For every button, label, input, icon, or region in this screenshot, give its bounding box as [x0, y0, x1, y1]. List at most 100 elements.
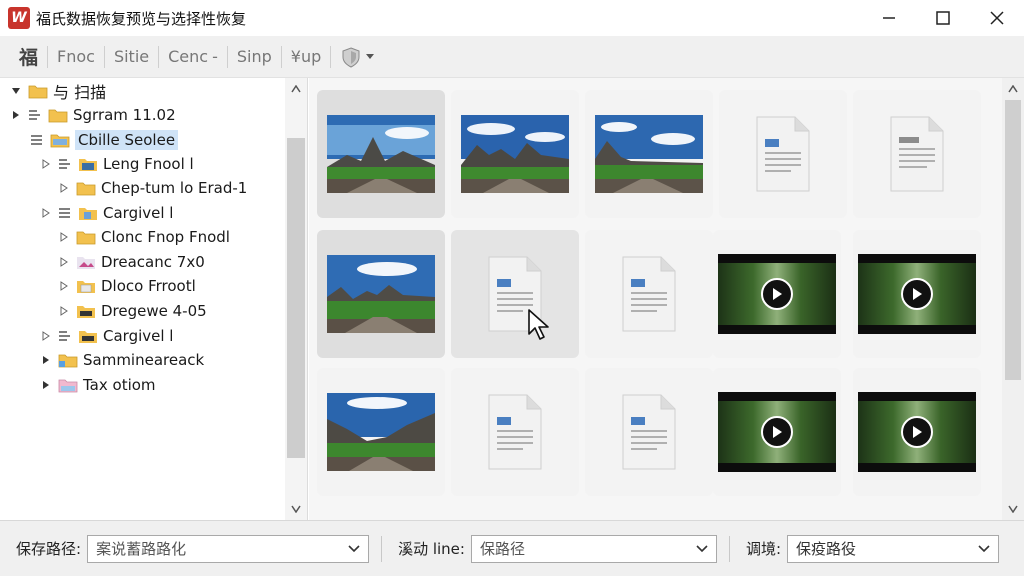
tree-item[interactable]: Dreacanc 7x0: [56, 250, 205, 274]
minimize-button[interactable]: [862, 0, 916, 36]
file-tile-video[interactable]: [853, 230, 981, 358]
scroll-up-icon[interactable]: [285, 78, 307, 100]
text-document-icon: [890, 116, 944, 192]
file-tile-document[interactable]: [451, 368, 579, 496]
tree-item-label: Cargivel l: [103, 327, 174, 345]
tree-scroll-thumb[interactable]: [287, 138, 305, 458]
save-path-dropdown[interactable]: 案说蓄路路化: [87, 534, 370, 563]
document-icon: [622, 256, 676, 332]
landscape-photo-thumbnail: [461, 115, 569, 193]
play-icon[interactable]: [761, 278, 793, 310]
file-tile-document[interactable]: [585, 368, 713, 496]
folder-tree: 与 扫描 Sgrram 11.02 Cbille Seolee Leng Fno…: [0, 78, 308, 520]
third-dropdown[interactable]: 保疫路役: [787, 534, 1000, 563]
expand-right-outline-icon: [42, 208, 50, 218]
play-icon[interactable]: [901, 278, 933, 310]
line-label: 溪动 line:: [398, 540, 465, 558]
list-icon: [31, 135, 42, 145]
media-folder-icon: [79, 331, 97, 343]
maximize-button[interactable]: [916, 0, 970, 36]
toolbar-home-button[interactable]: 福: [10, 43, 47, 71]
tree-root[interactable]: 与 扫描: [8, 79, 106, 103]
file-tile-document[interactable]: [585, 230, 713, 358]
tree-item[interactable]: Dregewe 4-05: [56, 299, 207, 323]
expand-right-icon: [13, 111, 19, 119]
tree-item[interactable]: Sgrram 11.02: [8, 103, 176, 127]
preview-scrollbar[interactable]: [1002, 78, 1024, 520]
landscape-photo-thumbnail: [595, 115, 703, 193]
toolbar-item-3-suffix: -: [212, 47, 218, 66]
preview-grid: [309, 78, 1024, 520]
preview-scroll-thumb[interactable]: [1005, 100, 1021, 380]
toolbar-item-2[interactable]: Sitie: [105, 43, 158, 71]
tree-item[interactable]: Clonc Fnop Fnodl: [56, 225, 230, 249]
file-tile-video[interactable]: [713, 230, 841, 358]
toolbar-item-5[interactable]: Sinp: [228, 43, 281, 71]
save-path-value: 案说蓄路路化: [96, 540, 187, 558]
landscape-photo-thumbnail: [327, 115, 435, 193]
tree-item-label: Leng Fnool l: [103, 155, 194, 173]
expand-right-outline-icon: [60, 281, 68, 291]
tree-item-label: Sgrram 11.02: [73, 106, 176, 124]
toolbar-item-6[interactable]: ¥up: [282, 43, 330, 71]
folder-icon: [48, 109, 68, 123]
line-dropdown[interactable]: 保路径: [470, 534, 717, 563]
video-thumbnail: [858, 392, 976, 472]
tree-item[interactable]: Cargivel l: [38, 201, 173, 225]
tree-item[interactable]: Dloco Frrootl: [56, 274, 196, 298]
puzzle-folder-icon: [79, 208, 97, 220]
tree-item[interactable]: Leng Fnool l: [38, 152, 194, 176]
landscape-photo-thumbnail: [327, 255, 435, 333]
list-icon: [59, 159, 70, 169]
chevron-down-icon: [366, 53, 375, 59]
tree-item-label: Dreacanc 7x0: [101, 253, 205, 271]
play-icon[interactable]: [761, 416, 793, 448]
tree-item-selected[interactable]: Cbille Seolee: [26, 128, 179, 152]
file-tile-document[interactable]: [853, 90, 981, 218]
tree-item-label: Tax otiom: [83, 376, 156, 394]
document-folder-icon: [77, 281, 95, 293]
file-tile-photo[interactable]: [317, 368, 445, 496]
document-icon: [488, 394, 542, 470]
tree-item[interactable]: Tax otiom: [38, 373, 156, 397]
file-tile-document[interactable]: [719, 90, 847, 218]
video-thumbnail: [718, 392, 836, 472]
tree-scrollbar[interactable]: [285, 78, 307, 520]
tree-item-label: Dregewe 4-05: [101, 302, 207, 320]
toolbar: 福 Fnoc Sitie Cenc - Sinp ¥up: [0, 36, 1024, 78]
play-icon[interactable]: [901, 416, 933, 448]
scroll-down-icon[interactable]: [285, 498, 307, 520]
bottom-separator: [728, 535, 730, 562]
tree-root-label: 与 扫描: [53, 83, 107, 102]
expand-right-outline-icon: [60, 183, 68, 193]
tree-item[interactable]: Cargivel l: [38, 324, 173, 348]
toolbar-item-1[interactable]: Fnoc: [48, 43, 104, 71]
file-tile-photo[interactable]: [317, 230, 445, 358]
folder-icon: [76, 182, 96, 196]
file-tile-photo[interactable]: [585, 90, 713, 218]
document-icon: [622, 394, 676, 470]
expand-right-outline-icon: [42, 159, 50, 169]
file-tile-photo[interactable]: [317, 90, 445, 218]
toolbar-shield-dropdown[interactable]: [331, 43, 384, 71]
line-value: 保路径: [479, 540, 525, 558]
file-tile-document-hovered[interactable]: [451, 230, 579, 358]
tree-item-label: Clonc Fnop Fnodl: [101, 228, 230, 246]
folder-icon: [28, 85, 48, 99]
toolbar-item-3[interactable]: Cenc -: [159, 43, 227, 71]
tree-item[interactable]: Chep-tum lo Erad-1: [56, 176, 247, 200]
file-tile-photo[interactable]: [451, 90, 579, 218]
save-path-label: 保存路径:: [16, 540, 82, 558]
maximize-icon: [936, 11, 950, 25]
list-icon: [29, 110, 40, 120]
expand-right-outline-icon: [42, 331, 50, 341]
document-icon: [756, 116, 810, 192]
scroll-down-icon[interactable]: [1002, 498, 1024, 520]
tree-item[interactable]: Sammineareack: [38, 348, 204, 372]
file-tile-video[interactable]: [713, 368, 841, 496]
media-folder-icon: [77, 306, 95, 318]
third-value: 保疫路役: [796, 540, 857, 558]
close-button[interactable]: [970, 0, 1024, 36]
file-tile-video[interactable]: [853, 368, 981, 496]
scroll-up-icon[interactable]: [1002, 78, 1024, 100]
